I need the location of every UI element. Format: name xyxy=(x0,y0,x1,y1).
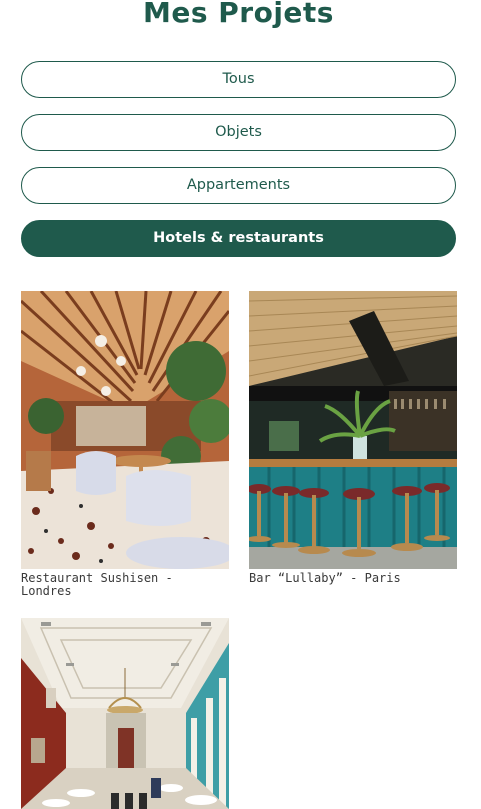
filter-all-button[interactable]: Tous xyxy=(21,61,456,98)
page-title: Mes Projets xyxy=(143,0,334,29)
project-photo[interactable] xyxy=(249,291,457,569)
projects-page: Mes Projets Tous Objets Appartements Hot… xyxy=(0,0,481,809)
project-photo[interactable] xyxy=(21,291,229,569)
filter-hotels-restaurants-button[interactable]: Hotels & restaurants xyxy=(21,220,456,257)
category-filters: Tous Objets Appartements Hotels & restau… xyxy=(21,61,456,273)
project-caption: Bar “Lullaby” - Paris xyxy=(249,571,401,585)
project-card[interactable]: Restaurant Sushisen - Londres xyxy=(21,291,229,598)
project-caption: Restaurant Sushisen - Londres xyxy=(21,571,173,598)
project-card[interactable] xyxy=(21,618,229,809)
filter-objects-button[interactable]: Objets xyxy=(21,114,456,151)
filter-apartments-button[interactable]: Appartements xyxy=(21,167,456,204)
project-photo[interactable] xyxy=(21,618,229,809)
project-card[interactable]: Bar “Lullaby” - Paris xyxy=(249,291,457,585)
